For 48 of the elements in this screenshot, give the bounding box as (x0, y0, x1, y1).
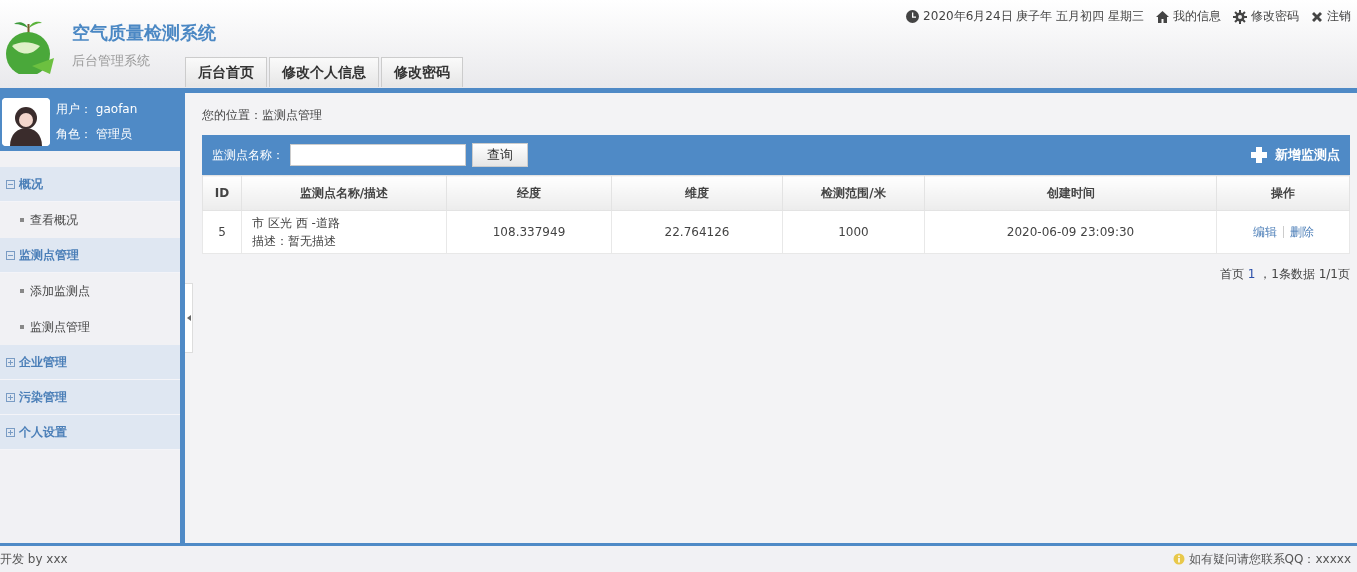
header-link[interactable]: 修改密码 (1233, 8, 1299, 25)
bullet-icon (20, 289, 24, 293)
app-subtitle: 后台管理系统 (72, 52, 150, 70)
search-label: 监测点名称： (212, 146, 284, 164)
table-cell: 5 (202, 210, 242, 254)
header-link[interactable]: 注销 (1311, 8, 1351, 25)
pager-text: ，1条数据 1/1页 (1259, 267, 1350, 281)
user-info: 角色： 管理员 (56, 126, 133, 143)
page-link[interactable]: 1 (1247, 267, 1256, 281)
table-cell: 1000 (782, 210, 925, 254)
home-icon (1156, 10, 1169, 23)
column-header: ID (202, 175, 242, 211)
user-info: 用户： gaofan (56, 101, 138, 118)
nav-tab[interactable]: 修改密码 (381, 57, 463, 87)
table-cell: 2020-06-09 23:09:30 (924, 210, 1217, 254)
close-icon (1311, 10, 1323, 23)
contact-text: 如有疑问请您联系QQ：xxxxx (1188, 550, 1351, 568)
plus-icon (1251, 147, 1267, 163)
nav-tab[interactable]: 修改个人信息 (269, 57, 379, 87)
action-link[interactable]: 删除 (1289, 224, 1314, 239)
bullet-icon (20, 218, 24, 222)
column-header: 经度 (446, 175, 612, 211)
settings-icon (1233, 9, 1247, 24)
column-header: 监测点名称/描述 (241, 175, 447, 211)
header-link[interactable]: 我的信息 (1156, 8, 1221, 25)
date-text: 2020年6月24日 庚子年 五月初四 星期三 (923, 8, 1144, 25)
nav-tab[interactable]: 后台首页 (185, 57, 267, 87)
column-header: 维度 (611, 175, 783, 211)
column-header: 创建时间 (924, 175, 1217, 211)
collapse-handle[interactable] (185, 283, 193, 353)
column-header: 检测范围/米 (782, 175, 925, 211)
add-button[interactable]: 新增监测点 (1251, 146, 1340, 164)
bullet-icon (20, 325, 24, 329)
table-cell: 22.764126 (611, 210, 783, 254)
footer-text: 开发 by xxx (0, 550, 68, 568)
table-cell: 108.337949 (446, 210, 612, 254)
clock-icon (906, 10, 920, 23)
site-description: 描述：暂无描述 (252, 233, 337, 250)
pager-text: 首页 (1219, 267, 1244, 281)
column-header: 操作 (1216, 175, 1350, 211)
search-button[interactable]: 查询 (472, 143, 528, 167)
search-field[interactable] (290, 144, 466, 166)
site-name: 市 区光 西 -道路 (252, 215, 341, 232)
action-link[interactable]: 编辑 (1252, 224, 1277, 239)
breadcrumb: 您的位置：监测点管理 (202, 107, 323, 124)
app-title: 空气质量检测系统 (72, 21, 216, 45)
info-icon (1172, 553, 1185, 565)
avatar-icon (2, 98, 50, 146)
